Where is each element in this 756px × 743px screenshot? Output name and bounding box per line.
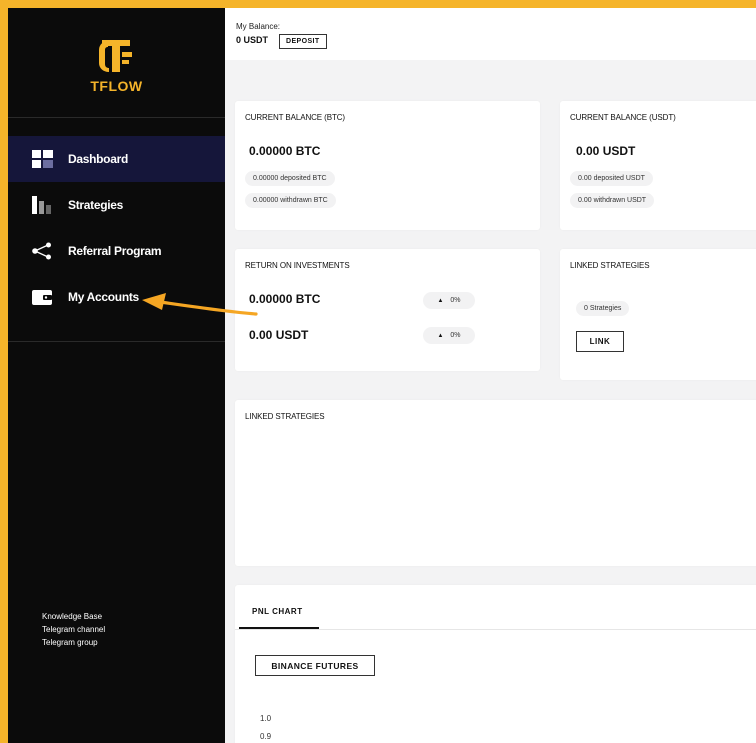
top-bar: My Balance: 0 USDT DEPOSIT [225,8,756,60]
sidebar-item-label: Strategies [68,198,124,212]
binance-futures-button[interactable]: BINANCE FUTURES [255,655,375,676]
sidebar-item-label: My Accounts [68,290,139,304]
roi-btc-change-badge: ▲ 0% [423,292,475,309]
sidebar-divider [8,341,225,342]
usdt-balance-value: 0.00 USDT [576,144,636,158]
strategies-count-badge: 0 Strategies [576,301,630,316]
y-axis-tick: 1.0 [260,714,272,723]
telegram-channel-link[interactable]: Telegram channel [42,623,105,636]
sidebar-item-strategies[interactable]: Strategies [8,182,225,228]
card-title: LINKED STRATEGIES [570,261,650,270]
linked-strategies-card: LINKED STRATEGIES 0 Strategies LINK [560,249,756,380]
deposit-button[interactable]: DEPOSIT [279,34,327,49]
telegram-group-link[interactable]: Telegram group [42,636,105,649]
card-title: CURRENT BALANCE (USDT) [570,113,676,122]
usdt-withdrawn-badge: 0.00 withdrawn USDT [570,193,655,208]
return-on-investments-card: RETURN ON INVESTMENTS 0.00000 BTC ▲ 0% 0.… [235,249,540,371]
sidebar-links: Knowledge Base Telegram channel Telegram… [42,610,105,649]
triangle-up-icon: ▲ [437,298,444,304]
card-title: CURRENT BALANCE (BTC) [245,113,345,122]
btc-balance-value: 0.00000 BTC [249,144,321,158]
tab-pnl-chart[interactable]: PNL CHART [252,607,303,616]
sidebar-item-label: Dashboard [68,152,128,166]
sidebar-item-dashboard[interactable]: Dashboard [8,136,225,182]
roi-usdt-change-badge: ▲ 0% [423,327,475,344]
sidebar-item-referral-program[interactable]: Referral Program [8,228,225,274]
annotation-arrow-icon [142,293,258,316]
roi-btc-value: 0.00000 BTC [249,292,321,306]
balance-label: My Balance: [236,22,281,31]
balance-value: 0 USDT [236,35,269,45]
logo[interactable]: TFLOW [8,8,225,118]
app-frame: TFLOW Dashboard Strategies Referral Prog… [8,8,756,743]
usdt-deposited-badge: 0.00 deposited USDT [570,171,653,186]
sidebar-item-label: Referral Program [68,244,162,258]
triangle-up-icon: ▲ [437,333,444,339]
current-balance-btc-card: CURRENT BALANCE (BTC) 0.00000 BTC 0.0000… [235,101,540,230]
y-axis-tick: 0.9 [260,732,272,741]
btc-withdrawn-badge: 0.00000 withdrawn BTC [245,193,336,208]
knowledge-base-link[interactable]: Knowledge Base [42,610,105,623]
share-icon [32,242,51,260]
roi-btc-pct: 0% [450,297,461,304]
dashboard-icon [32,150,53,168]
pnl-chart-card: PNL CHART BINANCE FUTURES 1.0 0.9 [235,585,756,743]
strategies-icon [32,196,51,214]
wallet-icon [32,290,52,305]
btc-deposited-badge: 0.00000 deposited BTC [245,171,335,186]
brand-name: TFLOW [90,78,143,94]
roi-usdt-pct: 0% [450,332,461,339]
tflow-logo-icon [99,40,132,72]
card-title: LINKED STRATEGIES [245,412,325,421]
sidebar: TFLOW Dashboard Strategies Referral Prog… [8,8,225,743]
card-title: RETURN ON INVESTMENTS [245,261,350,270]
tab-divider [235,629,756,630]
roi-usdt-value: 0.00 USDT [249,328,309,342]
link-button[interactable]: LINK [576,331,624,352]
current-balance-usdt-card: CURRENT BALANCE (USDT) 0.00 USDT 0.00 de… [560,101,756,230]
linked-strategies-panel: LINKED STRATEGIES [235,400,756,566]
